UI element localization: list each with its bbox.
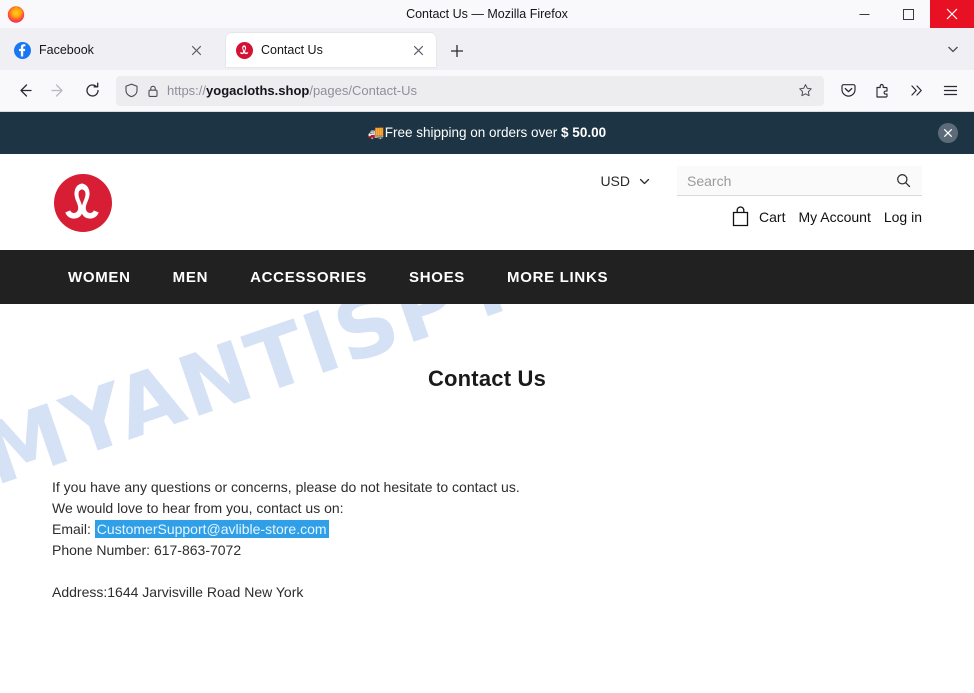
announcement-message: Free shipping on orders over [384, 125, 562, 140]
new-tab-button[interactable] [442, 36, 472, 66]
reload-icon[interactable] [76, 75, 108, 107]
nav-item-women[interactable]: WOMEN [68, 269, 131, 286]
double-chevron-icon[interactable] [900, 75, 932, 107]
site-header: USD Search Cart My Account Log in [0, 154, 974, 250]
search-box[interactable] [677, 166, 922, 196]
facebook-favicon-icon [14, 41, 31, 59]
url-domain: yogacloths.shop [206, 83, 310, 98]
nav-item-men[interactable]: MEN [173, 269, 208, 286]
window-titlebar: Contact Us — Mozilla Firefox [0, 0, 974, 28]
close-tab-icon[interactable] [408, 40, 428, 60]
header-top-row: USD [600, 166, 922, 196]
shopping-bag-icon [731, 206, 750, 227]
nav-item-more-links[interactable]: MORE LINKS [507, 269, 608, 286]
url-text[interactable]: https://yogacloths.shop/pages/Contact-Us [167, 83, 787, 98]
extensions-icon[interactable] [866, 75, 898, 107]
cart-link[interactable]: Cart [731, 206, 785, 227]
tab-contact-us[interactable]: Contact Us [226, 33, 436, 67]
url-path: /pages/Contact-Us [309, 83, 417, 98]
contact-intro-line-1: If you have any questions or concerns, p… [52, 479, 520, 495]
url-prefix: https:// [167, 83, 207, 98]
contact-email-line: Email: CustomerSupport@avlible-store.com [52, 519, 974, 540]
tab-facebook[interactable]: Facebook [4, 33, 214, 67]
browser-toolbar: https://yogacloths.shop/pages/Contact-Us [0, 70, 974, 112]
window-controls [842, 0, 974, 28]
contact-address-line: Address:1644 Jarvisville Road New York [52, 584, 304, 600]
tab-strip: Facebook Contact Us [0, 28, 974, 70]
list-all-tabs-button[interactable] [936, 32, 970, 66]
header-right-controls: USD Search Cart My Account Log in [600, 154, 922, 227]
tab-label: Facebook [39, 43, 94, 57]
star-icon[interactable] [794, 80, 816, 102]
pocket-icon[interactable] [832, 75, 864, 107]
announcement-text: 🚚Free shipping on orders over $ 50.00 [368, 125, 606, 141]
padlock-icon[interactable] [146, 84, 160, 98]
contact-phone-line: Phone Number: 617-863-7072 [52, 542, 242, 558]
search-input[interactable] [685, 171, 892, 190]
close-announcement-icon[interactable] [938, 123, 958, 143]
header-bottom-row: Cart My Account Log in [731, 206, 922, 227]
forward-arrow-icon[interactable] [42, 75, 74, 107]
my-account-link[interactable]: My Account [798, 209, 870, 225]
email-value[interactable]: CustomerSupport@avlible-store.com [94, 520, 329, 538]
url-bar[interactable]: https://yogacloths.shop/pages/Contact-Us [116, 75, 824, 106]
hamburger-menu-icon[interactable] [934, 75, 966, 107]
firefox-logo-icon [6, 4, 26, 24]
currency-value: USD [600, 173, 630, 189]
main-navigation: WOMEN MEN ACCESSORIES SHOES MORE LINKS [0, 250, 974, 304]
contact-intro-line-2: We would love to hear from you, contact … [52, 500, 344, 516]
close-tab-icon[interactable] [186, 40, 206, 60]
page-title: Contact Us [427, 366, 547, 391]
announcement-bar: 🚚Free shipping on orders over $ 50.00 [0, 112, 974, 154]
shield-icon[interactable] [124, 83, 139, 98]
login-link[interactable]: Log in [884, 209, 922, 225]
contact-details: If you have any questions or concerns, p… [52, 477, 974, 603]
lululemon-logo-icon[interactable] [52, 172, 114, 234]
email-label: Email: [52, 521, 95, 537]
window-title: Contact Us — Mozilla Firefox [406, 7, 568, 21]
minimize-button[interactable] [842, 0, 886, 28]
close-window-button[interactable] [930, 0, 974, 28]
lululemon-favicon-icon [236, 41, 253, 59]
cart-label: Cart [759, 208, 786, 225]
truck-icon: 🚚 [367, 125, 385, 140]
search-icon[interactable] [892, 170, 914, 192]
tab-label: Contact Us [261, 43, 323, 57]
back-arrow-icon[interactable] [8, 75, 40, 107]
firefox-browser-window: Contact Us — Mozilla Firefox Facebook Co… [0, 0, 974, 693]
chevron-down-icon [638, 175, 651, 188]
announcement-amount: $ 50.00 [561, 125, 607, 140]
currency-selector[interactable]: USD [600, 173, 651, 189]
page-content-area: Contact Us If you have any questions or … [0, 366, 974, 603]
nav-item-accessories[interactable]: ACCESSORIES [250, 269, 367, 286]
maximize-button[interactable] [886, 0, 930, 28]
nav-item-shoes[interactable]: SHOES [409, 269, 465, 286]
page-viewport: MYANTISPYWARE.COM 🚚Free shipping on orde… [0, 112, 974, 693]
